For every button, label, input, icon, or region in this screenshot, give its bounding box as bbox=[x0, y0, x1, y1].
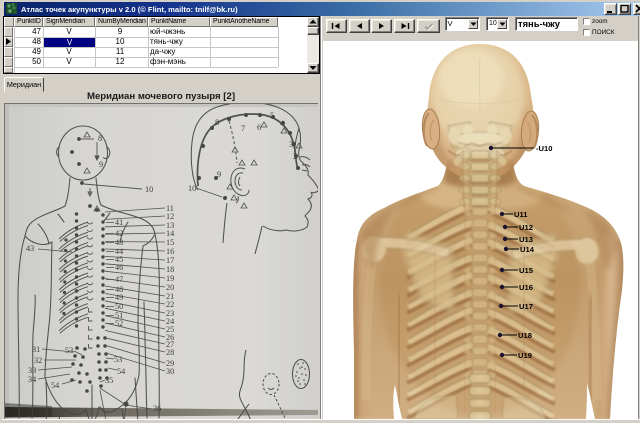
svg-text:47: 47 bbox=[115, 275, 123, 284]
svg-text:36: 36 bbox=[153, 404, 161, 413]
svg-text:9: 9 bbox=[99, 160, 103, 169]
svg-text:U13: U13 bbox=[519, 235, 533, 244]
svg-text:54: 54 bbox=[51, 381, 59, 390]
svg-text:33: 33 bbox=[28, 366, 36, 375]
svg-text:U16: U16 bbox=[519, 283, 533, 292]
svg-text:53: 53 bbox=[114, 355, 122, 364]
svg-text:7: 7 bbox=[241, 124, 245, 133]
svg-text:U14: U14 bbox=[520, 245, 535, 254]
svg-text:34: 34 bbox=[28, 375, 36, 384]
svg-text:U15: U15 bbox=[519, 266, 534, 275]
svg-text:15: 15 bbox=[166, 238, 174, 247]
svg-text:U18: U18 bbox=[518, 331, 532, 340]
svg-text:14: 14 bbox=[166, 229, 174, 238]
svg-text:8: 8 bbox=[98, 134, 102, 143]
svg-text:U19: U19 bbox=[518, 351, 532, 360]
svg-text:12: 12 bbox=[166, 212, 174, 221]
svg-text:16: 16 bbox=[166, 247, 174, 256]
svg-text:22: 22 bbox=[166, 300, 174, 309]
svg-text:43: 43 bbox=[26, 244, 34, 253]
svg-text:30: 30 bbox=[166, 367, 174, 376]
svg-text:35: 35 bbox=[105, 376, 113, 385]
svg-text:41: 41 bbox=[115, 218, 123, 227]
svg-text:4: 4 bbox=[280, 119, 284, 128]
svg-text:8: 8 bbox=[215, 118, 219, 127]
svg-text:U17: U17 bbox=[519, 302, 533, 311]
svg-text:50: 50 bbox=[115, 302, 123, 311]
svg-text:53: 53 bbox=[65, 346, 73, 355]
svg-text:32: 32 bbox=[34, 356, 42, 365]
svg-text:U12: U12 bbox=[519, 223, 533, 232]
svg-text:54: 54 bbox=[117, 367, 125, 376]
svg-text:6: 6 bbox=[257, 123, 261, 132]
svg-text:3: 3 bbox=[289, 140, 293, 149]
svg-text:46: 46 bbox=[115, 263, 123, 272]
svg-text:U11: U11 bbox=[514, 210, 528, 219]
svg-text:10: 10 bbox=[145, 185, 153, 194]
svg-text:10: 10 bbox=[188, 184, 196, 193]
svg-text:20: 20 bbox=[166, 283, 174, 292]
svg-text:-U10: -U10 bbox=[536, 144, 552, 153]
svg-text:42: 42 bbox=[115, 229, 123, 238]
svg-text:31: 31 bbox=[32, 345, 40, 354]
svg-text:43: 43 bbox=[115, 238, 123, 247]
svg-text:52: 52 bbox=[115, 319, 123, 328]
svg-text:18: 18 bbox=[166, 265, 174, 274]
svg-text:19: 19 bbox=[166, 274, 174, 283]
svg-text:28: 28 bbox=[166, 348, 174, 357]
svg-text:9: 9 bbox=[217, 170, 221, 179]
svg-text:5: 5 bbox=[270, 111, 274, 120]
svg-text:2: 2 bbox=[293, 152, 297, 161]
svg-text:49: 49 bbox=[115, 293, 123, 302]
svg-text:17: 17 bbox=[166, 256, 174, 265]
